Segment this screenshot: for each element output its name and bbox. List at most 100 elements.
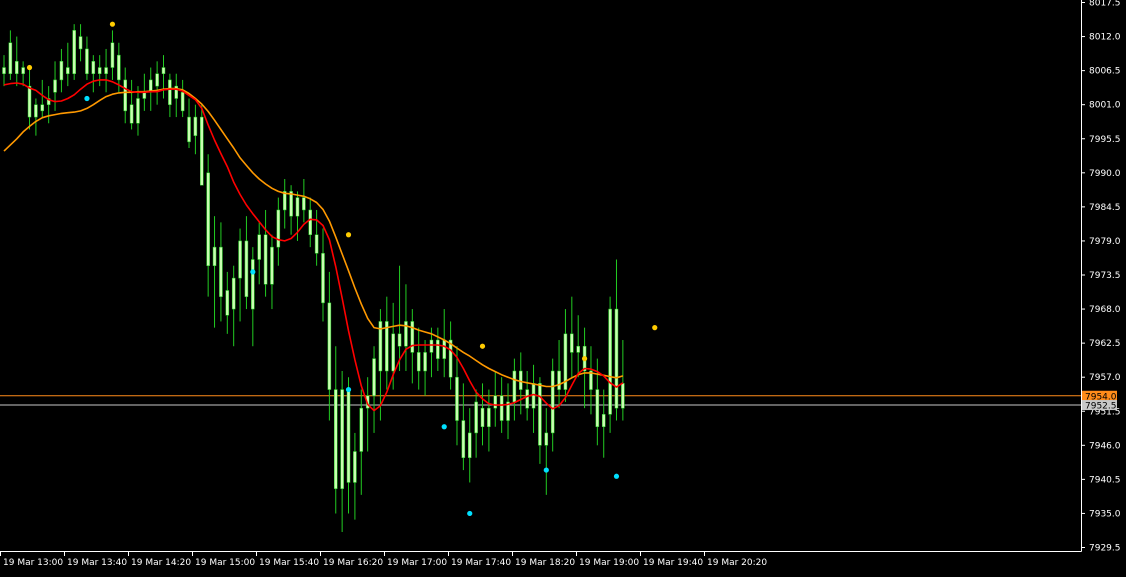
orange-moving-average — [3, 87, 624, 388]
fractal-down-dot — [543, 467, 549, 473]
candle — [346, 377, 351, 514]
candle — [385, 296, 389, 390]
candle-body — [66, 67, 70, 74]
candle-body — [2, 67, 6, 74]
candle-body — [251, 259, 255, 310]
candle-body — [525, 389, 529, 409]
candle-body — [480, 407, 485, 427]
candle-body — [85, 48, 89, 74]
candle — [251, 247, 255, 347]
candle-body — [436, 339, 440, 359]
candle-body — [231, 277, 236, 310]
candle-body — [391, 333, 395, 372]
candle-body — [72, 30, 76, 74]
candle — [238, 228, 242, 322]
candle-body — [340, 389, 344, 489]
candle — [397, 265, 402, 371]
candle — [200, 104, 204, 186]
candle — [46, 86, 51, 124]
price-tick-label: 8012.0 — [1089, 33, 1121, 43]
candle-body — [493, 395, 498, 409]
candle-body — [21, 67, 25, 74]
candle — [365, 377, 370, 452]
candle-body — [314, 234, 319, 254]
candle-body — [353, 451, 357, 483]
candle-body — [385, 321, 389, 372]
candle — [97, 55, 102, 87]
candle — [53, 61, 57, 111]
candle — [487, 389, 491, 452]
candle-body — [123, 79, 127, 112]
candle — [314, 209, 319, 266]
candle — [15, 36, 19, 87]
current-price-labels: 7954.07952.5 — [1082, 390, 1117, 412]
candle-body — [91, 61, 96, 74]
candle-body — [334, 389, 338, 489]
candle-body — [263, 234, 268, 285]
candle-body — [397, 333, 402, 347]
candles — [2, 24, 625, 533]
candle-body — [238, 240, 242, 279]
candle-body — [601, 414, 606, 427]
fractal-up-dot — [479, 343, 486, 349]
candle — [180, 79, 185, 118]
chart-canvas[interactable]: 8017.5 8012.0 8006.5 8001.0 7995.5 7990.0 7984… — [0, 0, 1126, 573]
candle — [550, 358, 555, 452]
fractal-down-dot — [345, 386, 352, 393]
candle-body — [155, 73, 159, 87]
candle — [21, 61, 25, 87]
candle — [614, 259, 619, 421]
candle — [576, 315, 580, 378]
candle — [353, 432, 357, 520]
candle-body — [557, 370, 561, 390]
candle-body — [531, 383, 536, 409]
candle-body — [455, 376, 459, 421]
candle — [302, 179, 306, 223]
price-tick-label: 7990.0 — [1089, 169, 1121, 179]
time-tick-label: 19 Mar 19:40 — [643, 558, 703, 568]
candle — [544, 408, 549, 495]
candle-body — [429, 339, 434, 353]
candle-body — [219, 246, 223, 297]
candle-body — [467, 432, 472, 458]
candle-body — [168, 79, 172, 105]
fractal-up-dot — [581, 356, 588, 362]
fractal-down-dot — [467, 510, 473, 517]
candle — [85, 36, 89, 80]
price-tick-label: 7962.5 — [1089, 339, 1121, 349]
price-tick-label: 7940.5 — [1089, 475, 1121, 485]
price-chart[interactable]: 8017.5 8012.0 8006.5 8001.0 7995.5 7990.0 7984… — [0, 0, 1126, 573]
candle-body — [423, 352, 427, 372]
candle-body — [8, 42, 13, 74]
candle-body — [570, 333, 574, 353]
candle-body — [34, 104, 38, 118]
candle-body — [327, 302, 332, 390]
fractal-down-dot — [441, 424, 447, 430]
candle — [334, 346, 338, 514]
price-tick-label: 7957.0 — [1089, 373, 1121, 383]
candle — [104, 48, 108, 93]
candle-body — [621, 383, 625, 409]
candle — [8, 30, 13, 80]
candle — [289, 185, 293, 235]
candle — [538, 377, 542, 464]
fractal-down-dot — [250, 269, 256, 275]
candle-body — [416, 352, 421, 372]
time-tick-label: 19 Mar 17:40 — [451, 558, 511, 568]
time-tick-label: 19 Mar 17:00 — [387, 558, 447, 568]
time-tick-label: 19 Mar 13:00 — [3, 558, 63, 568]
candle-body — [270, 246, 274, 285]
candle — [225, 271, 230, 334]
price-tick-label: 7929.5 — [1089, 544, 1121, 554]
candle-body — [321, 253, 325, 304]
price-tick-label: 7935.0 — [1089, 509, 1121, 519]
fractal-down-dot — [84, 95, 90, 102]
candle — [148, 67, 153, 111]
candle — [423, 340, 427, 396]
time-tick-label: 19 Mar 14:20 — [131, 558, 191, 568]
candle — [461, 383, 466, 471]
candle-body — [372, 358, 376, 397]
price-tick-label: 8017.5 — [1089, 0, 1121, 9]
price-tick-label: 7973.5 — [1089, 271, 1121, 281]
candle — [27, 67, 32, 130]
